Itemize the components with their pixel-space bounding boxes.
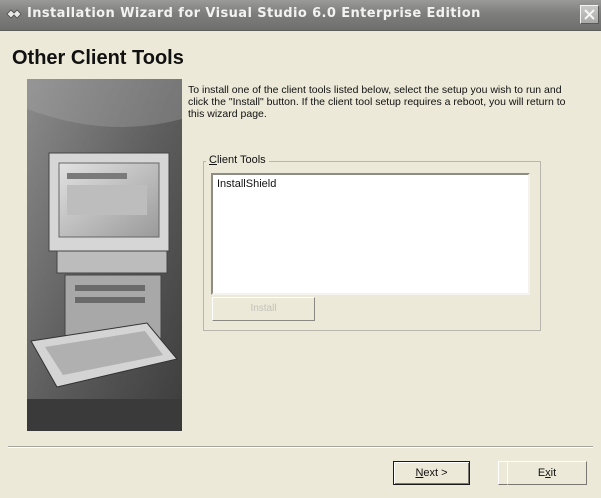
exit-button[interactable]: Exit [507, 461, 587, 485]
window-title: Installation Wizard for Visual Studio 6.… [27, 6, 481, 21]
client-tools-list[interactable]: InstallShield [211, 173, 530, 295]
close-button[interactable] [580, 5, 599, 24]
install-button[interactable]: Install [212, 297, 315, 321]
computer-illustration [27, 79, 182, 431]
group-label-accel: C [209, 154, 217, 166]
instructions-text: To install one of the client tools liste… [188, 84, 566, 120]
list-item[interactable]: InstallShield [217, 178, 276, 190]
footer-separator [8, 446, 593, 448]
title-bar: Installation Wizard for Visual Studio 6.… [0, 0, 601, 31]
client-tools-group-label: Client Tools [206, 154, 269, 166]
next-button[interactable]: Next > [393, 461, 470, 485]
group-label-rest: lient Tools [216, 154, 266, 166]
page-title: Other Client Tools [12, 47, 184, 69]
exit-post: it [550, 467, 557, 479]
next-rest: ext > [423, 467, 448, 479]
vs-setup-icon [6, 8, 22, 21]
